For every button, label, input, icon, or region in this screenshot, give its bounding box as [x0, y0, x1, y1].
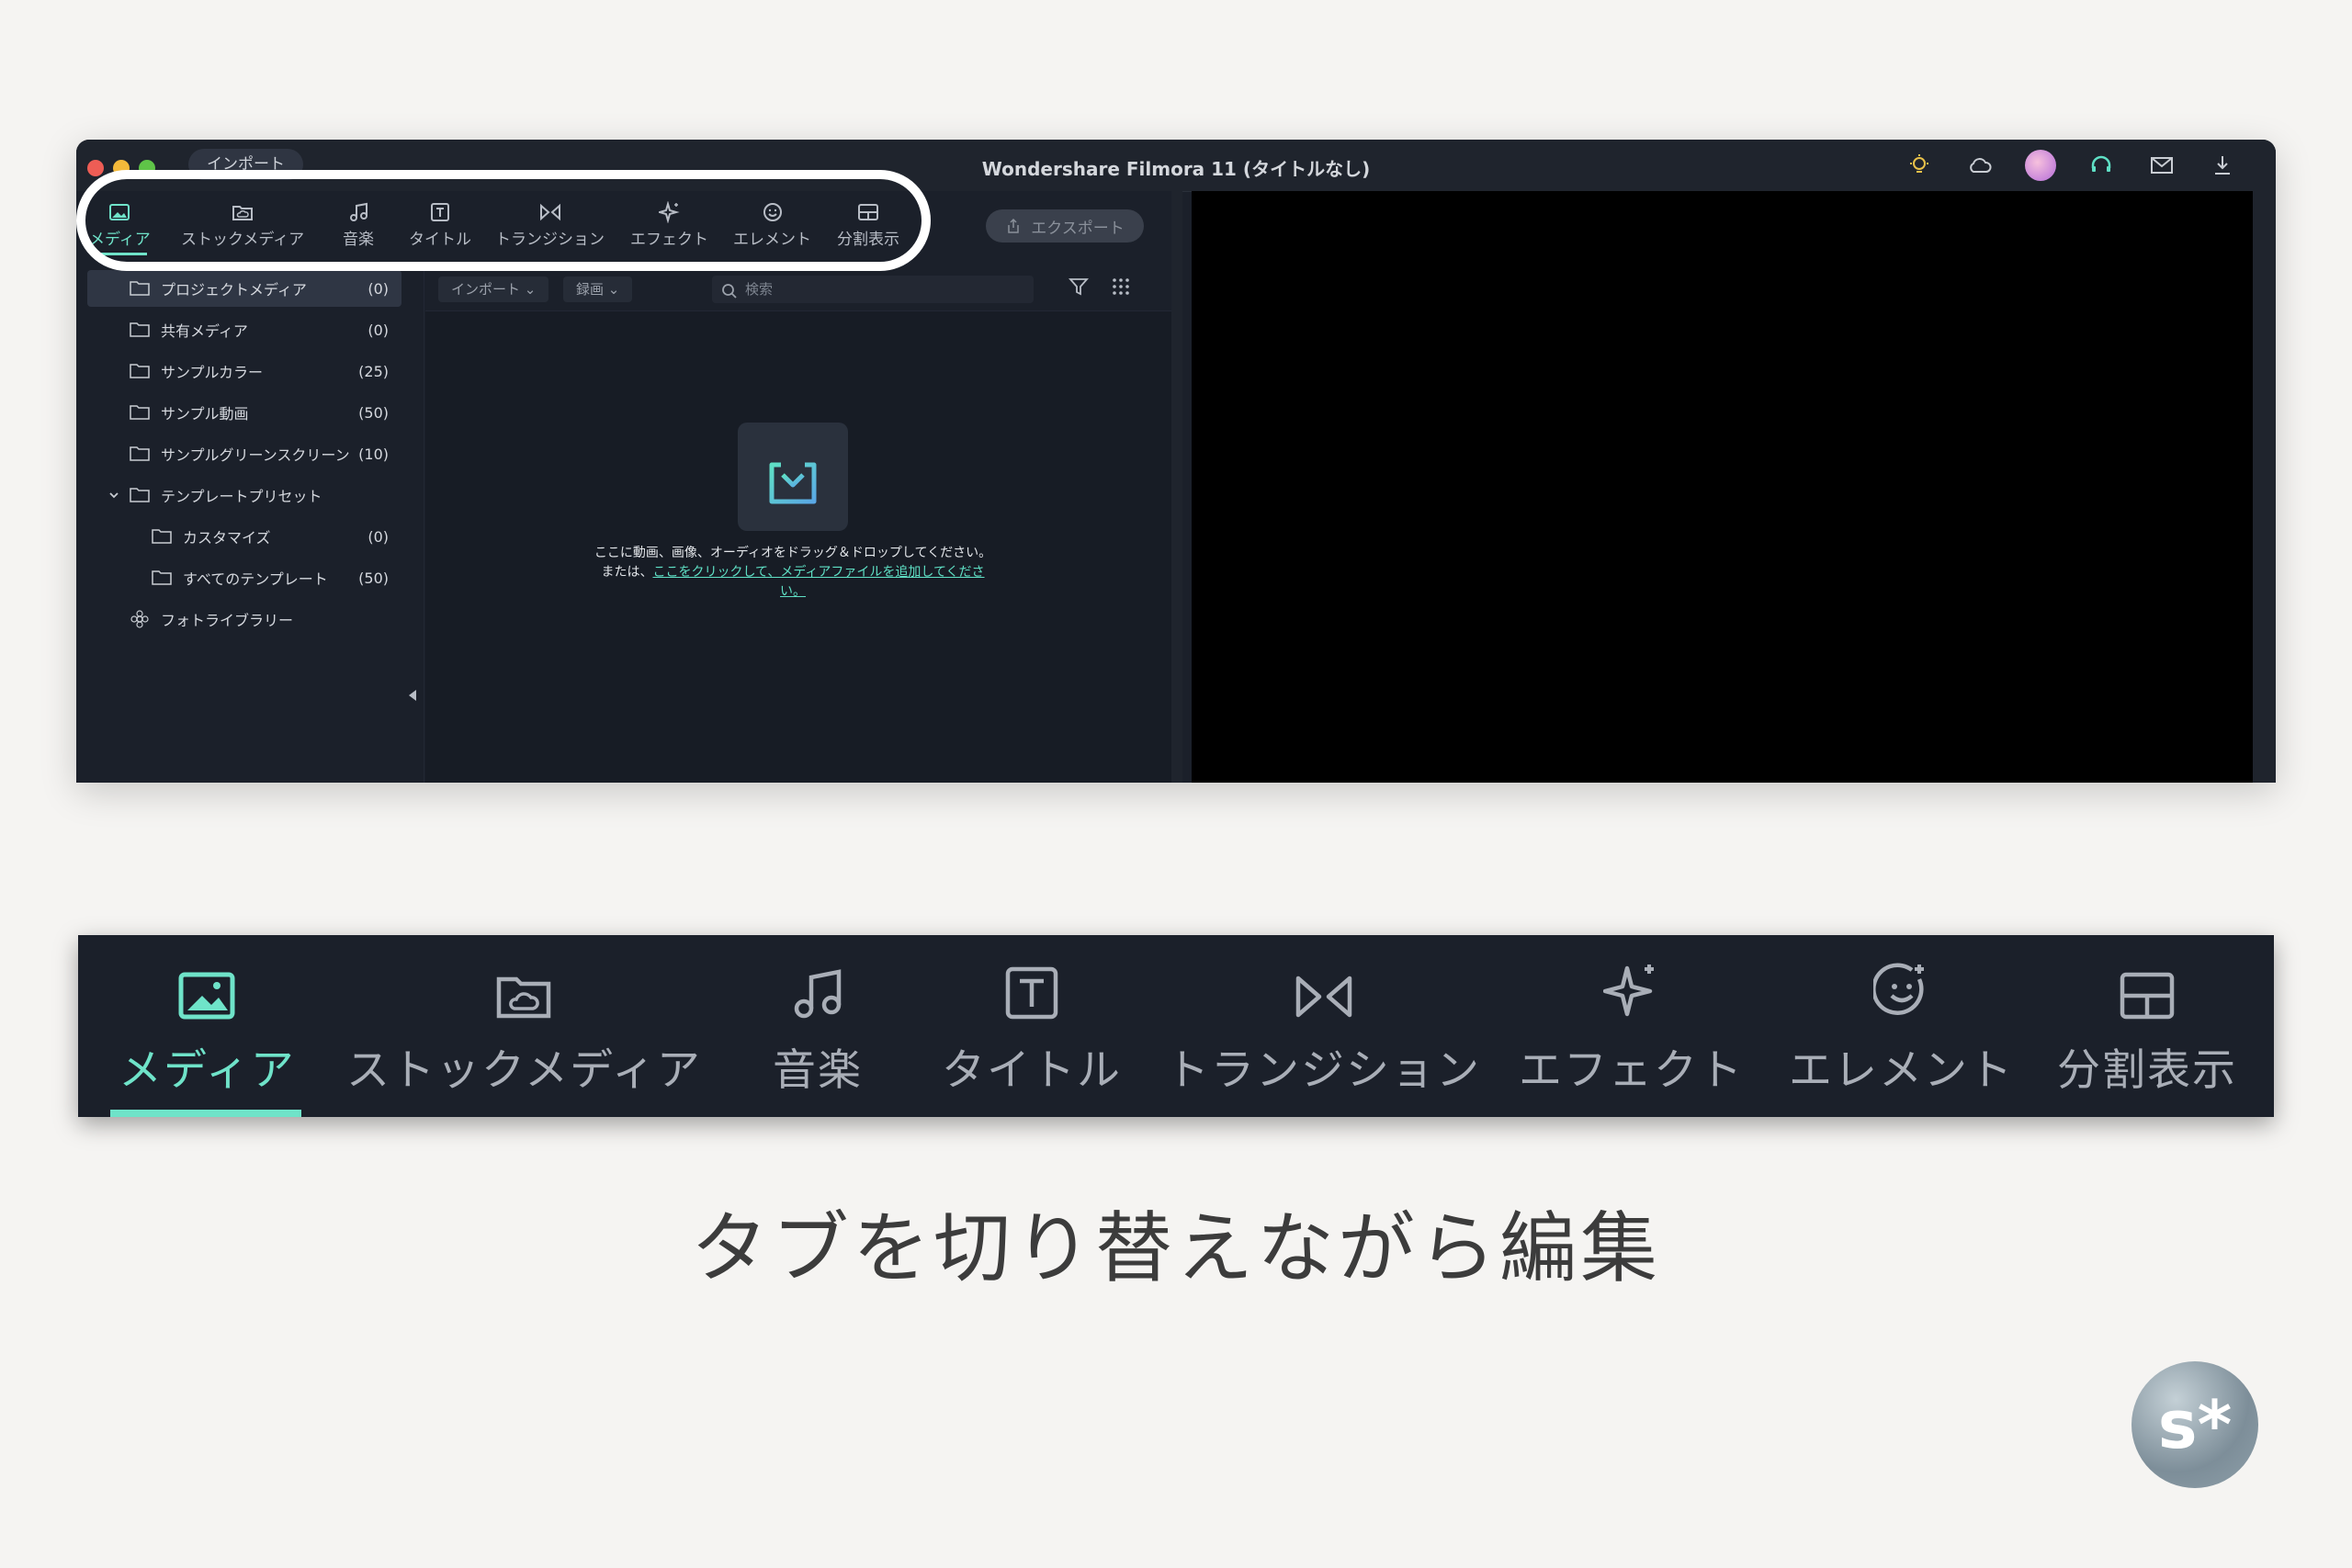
grid-view-icon[interactable]: [1111, 276, 1131, 300]
big-tab-split-screen[interactable]: 分割表示: [2057, 963, 2237, 1098]
folder-icon: [130, 363, 150, 379]
big-tab-stock-media[interactable]: ストックメディア: [346, 963, 702, 1098]
window-edge: [2253, 191, 2276, 783]
big-tab-media[interactable]: メディア: [119, 963, 296, 1098]
caption-text: タブを切り替えながら編集: [690, 1203, 1661, 1293]
chevron-down-icon[interactable]: [107, 489, 120, 502]
media-panel: インポート ⌄ 録画 ⌄ 検索 ここに動画、画像、オーディオをドラッグ＆ドロップ…: [425, 268, 1171, 783]
folder-icon: [130, 446, 150, 462]
photos-flower-icon: [130, 609, 150, 629]
sidebar-item-photo-library[interactable]: フォトライブラリー: [87, 601, 401, 637]
sidebar-item-template-presets[interactable]: テンプレートプリセット: [87, 477, 401, 513]
headset-support-icon[interactable]: [2085, 151, 2118, 180]
collapse-sidebar-arrow-icon[interactable]: [409, 690, 416, 701]
smiley-sticker-icon: [1872, 963, 1930, 1020]
active-tab-indicator: [110, 1110, 301, 1117]
folder-icon: [130, 404, 150, 421]
title-t-icon: [1005, 963, 1058, 1020]
drop-instructions: ここに動画、画像、オーディオをドラッグ＆ドロップしてください。または、ここをクリ…: [594, 546, 992, 599]
sidebar-item-sample-color[interactable]: サンプルカラー (25): [87, 353, 401, 389]
search-icon: [721, 281, 738, 309]
add-media-link[interactable]: ここをクリックして、メディアファイルを追加してください。: [652, 565, 984, 599]
lightbulb-icon[interactable]: [1903, 151, 1936, 180]
media-filter-row: インポート ⌄ 録画 ⌄ 検索: [425, 268, 1171, 311]
import-media-button[interactable]: [738, 423, 848, 531]
sparkle-icon: [1602, 963, 1660, 1020]
share-icon: [1008, 218, 1019, 233]
tab-bar-highlight-ring: [76, 170, 931, 271]
download-icon[interactable]: [2206, 151, 2239, 180]
media-sidebar: プロジェクトメディア (0) 共有メディア (0) サンプルカラー (25) サ…: [76, 268, 424, 783]
music-note-icon: [791, 963, 844, 1020]
folder-icon: [130, 280, 150, 297]
sidebar-item-sample-video[interactable]: サンプル動画 (50): [87, 394, 401, 431]
folder-icon: [130, 487, 150, 503]
sidebar-item-sample-green-screen[interactable]: サンプルグリーンスクリーン (10): [87, 435, 401, 472]
folder-icon: [152, 570, 172, 586]
enlarged-tab-bar: メディア ストックメディア 音楽 タイトル トランジション エフェクト エレメン…: [78, 935, 2274, 1117]
search-input[interactable]: 検索: [712, 276, 1034, 303]
download-tray-icon: [769, 450, 817, 504]
transition-icon: [1294, 963, 1354, 1020]
image-icon: [178, 963, 235, 1020]
split-layout-icon: [2120, 963, 2175, 1020]
brand-logo: s*: [2132, 1361, 2258, 1488]
panel-splitter[interactable]: [1171, 191, 1182, 783]
sidebar-item-customize[interactable]: カスタマイズ (0): [87, 518, 401, 555]
cloud-folder-icon: [496, 963, 551, 1020]
sidebar-item-all-templates[interactable]: すべてのテンプレート (50): [87, 559, 401, 596]
big-tab-effect[interactable]: エフェクト: [1519, 963, 1744, 1098]
filter-icon[interactable]: [1069, 276, 1089, 300]
export-button[interactable]: エクスポート: [986, 209, 1144, 243]
record-dropdown[interactable]: 録画 ⌄: [563, 276, 633, 302]
sidebar-item-shared-media[interactable]: 共有メディア (0): [87, 311, 401, 348]
cloud-icon[interactable]: [1963, 151, 1996, 180]
big-tab-element[interactable]: エレメント: [1789, 963, 2014, 1098]
folder-icon: [130, 321, 150, 338]
import-dropdown[interactable]: インポート ⌄: [438, 276, 549, 302]
big-tab-transition[interactable]: トランジション: [1166, 963, 1481, 1098]
big-tab-music[interactable]: 音楽: [773, 963, 863, 1098]
big-tab-title[interactable]: タイトル: [942, 963, 1122, 1098]
sidebar-item-project-media[interactable]: プロジェクトメディア (0): [87, 270, 401, 307]
folder-icon: [152, 528, 172, 545]
preview-player: [1192, 191, 2253, 783]
avatar[interactable]: [2024, 150, 2057, 181]
mail-icon[interactable]: [2145, 151, 2178, 180]
